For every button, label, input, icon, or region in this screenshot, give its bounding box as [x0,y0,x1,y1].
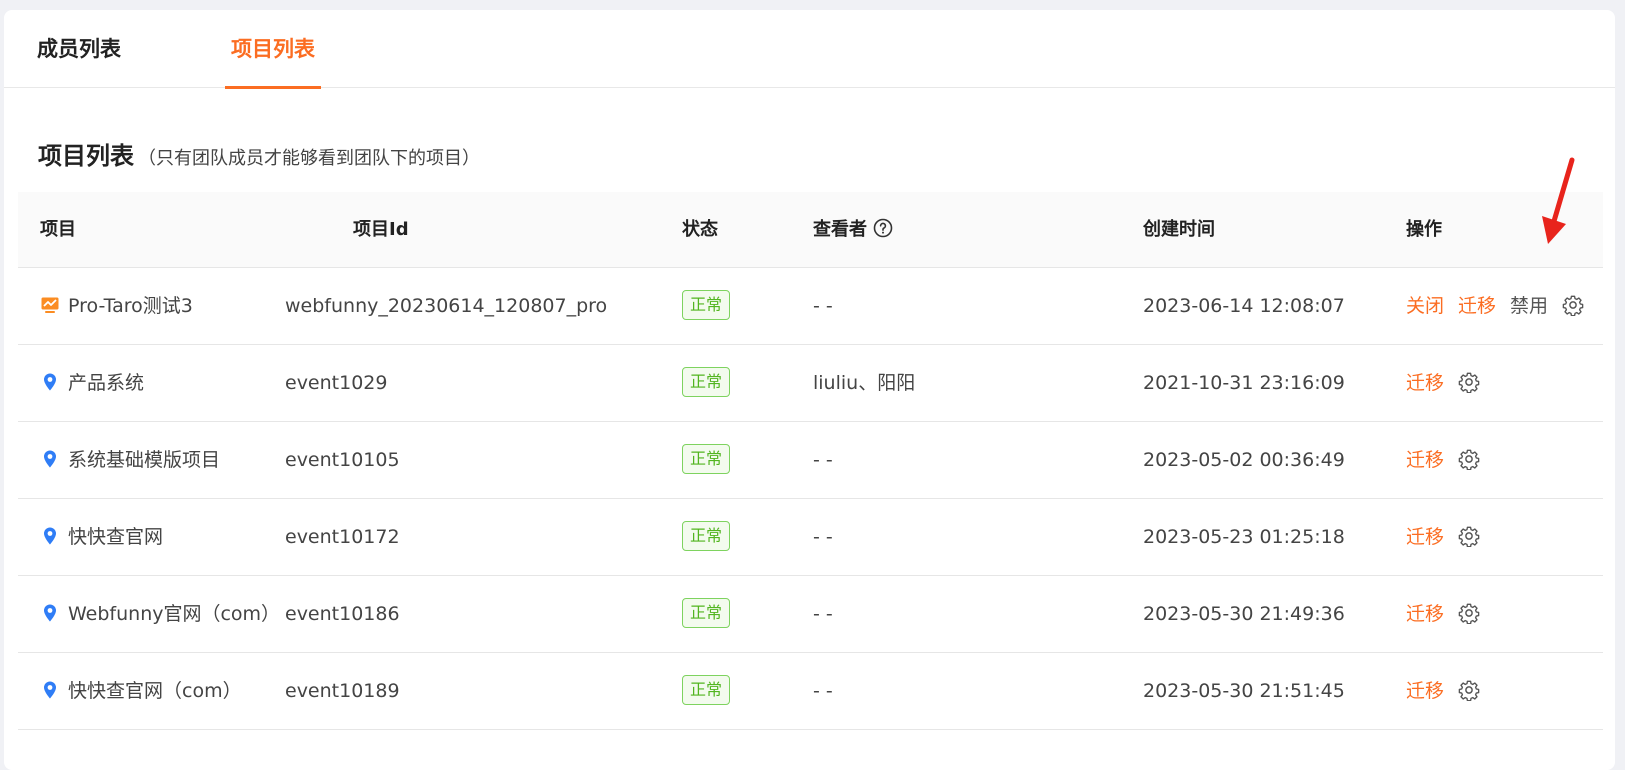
status-badge: 正常 [682,289,731,320]
actions-cell: 迁移 [1406,422,1480,499]
location-pin-icon [44,681,56,698]
project-table: 项目 项目Id 状态 查看者 创建时间 操作 Pro-Taro测试3 webfu… [18,192,1603,730]
status-cell: 正常 [682,499,731,576]
viewer: - - [813,295,833,317]
migrate-button[interactable]: 迁移 [1406,499,1444,576]
project-name-cell[interactable]: Pro-Taro测试3 [40,268,193,345]
project-name: Pro-Taro测试3 [68,295,193,317]
created-time: 2023-05-30 21:49:36 [1143,603,1345,625]
project-id: event10186 [285,603,400,625]
tab-bar: 成员列表 项目列表 [4,10,1615,89]
viewer: - - [813,603,833,625]
project-id: event10189 [285,680,400,702]
created-time: 2023-05-23 01:25:18 [1143,526,1345,548]
location-pin-icon [44,450,56,467]
project-id: event1029 [285,372,388,394]
monitor-chart-icon [41,297,59,313]
table-row: 快快查官网（com） event10189 正常 - - 2023-05-30 … [18,653,1603,730]
project-name-cell[interactable]: 产品系统 [40,345,144,422]
migrate-button[interactable]: 迁移 [1406,653,1444,730]
status-badge: 正常 [682,443,731,474]
settings-gear-icon[interactable] [1458,525,1480,547]
migrate-button[interactable]: 迁移 [1406,422,1444,499]
table-row: 快快查官网 event10172 正常 - - 2023-05-23 01:25… [18,499,1603,576]
header-actions: 操作 [1406,219,1442,240]
project-id: webfunny_20230614_120807_pro [285,295,608,317]
table-row: Pro-Taro测试3 webfunny_20230614_120807_pro… [18,268,1603,345]
table-body: Pro-Taro测试3 webfunny_20230614_120807_pro… [18,268,1603,730]
location-pin-icon [44,527,56,544]
project-list-card: 成员列表 项目列表 项目列表 （只有团队成员才能够看到团队下的项目） 项目 项目I… [4,10,1615,770]
project-name: 产品系统 [68,372,145,394]
settings-gear-icon[interactable] [1458,679,1480,701]
header-viewer-label: 查看者 [813,219,867,240]
actions-cell: 关闭 迁移 禁用 [1406,268,1584,345]
settings-gear-icon[interactable] [1458,602,1480,624]
header-project: 项目 [40,219,76,240]
viewer: - - [813,680,833,702]
migrate-button[interactable]: 迁移 [1458,268,1496,345]
status-badge: 正常 [682,597,731,628]
header-project-id: 项目Id [353,219,409,240]
status-cell: 正常 [682,653,731,730]
status-cell: 正常 [682,576,731,653]
status-cell: 正常 [682,422,731,499]
settings-gear-icon[interactable] [1458,448,1480,470]
table-header: 项目 项目Id 状态 查看者 创建时间 操作 [18,192,1603,268]
status-badge: 正常 [682,366,731,397]
table-row: 产品系统 event1029 正常 liuliu、阳阳 2021-10-31 2… [18,345,1603,422]
project-name: 系统基础模版项目 [68,449,221,471]
created-time: 2021-10-31 23:16:09 [1143,372,1345,394]
migrate-button[interactable]: 迁移 [1406,576,1444,653]
project-id: event10105 [285,449,400,471]
location-pin-icon [44,373,56,390]
actions-cell: 迁移 [1406,576,1480,653]
table-row: 系统基础模版项目 event10105 正常 - - 2023-05-02 00… [18,422,1603,499]
viewer: liuliu、阳阳 [813,372,916,394]
actions-cell: 迁移 [1406,653,1480,730]
section-title: 项目列表 （只有团队成员才能够看到团队下的项目） [38,136,480,171]
close-button[interactable]: 关闭 [1406,268,1444,345]
project-name-cell[interactable]: 快快查官网（com） [40,653,242,730]
header-status: 状态 [682,219,718,240]
header-viewer: 查看者 [813,192,893,268]
red-arrow-annotation [1542,157,1575,244]
project-name: Webfunny官网（com） [68,603,281,625]
project-name: 快快查官网 [68,526,164,548]
settings-gear-icon[interactable] [1562,294,1584,316]
status-cell: 正常 [682,268,731,345]
actions-cell: 迁移 [1406,345,1480,422]
migrate-button[interactable]: 迁移 [1406,345,1444,422]
location-pin-icon [44,604,56,621]
created-time: 2023-05-30 21:51:45 [1143,680,1345,702]
header-created-time: 创建时间 [1143,219,1215,240]
actions-cell: 迁移 [1406,499,1480,576]
created-time: 2023-06-14 12:08:07 [1143,295,1345,317]
created-time: 2023-05-02 00:36:49 [1143,449,1345,471]
status-badge: 正常 [682,520,731,551]
project-name-cell[interactable]: 快快查官网 [40,499,163,576]
section-note: （只有团队成员才能够看到团队下的项目） [138,148,480,169]
help-icon[interactable] [873,218,893,238]
tab-members[interactable]: 成员列表 [37,10,121,88]
tab-projects[interactable]: 项目列表 [225,10,321,89]
disable-button[interactable]: 禁用 [1510,268,1548,345]
section-title-text: 项目列表 [38,142,134,170]
project-id: event10172 [285,526,400,548]
project-name-cell[interactable]: 系统基础模版项目 [40,422,220,499]
settings-gear-icon[interactable] [1458,371,1480,393]
project-name: 快快查官网（com） [68,680,242,702]
viewer: - - [813,526,833,548]
table-row: Webfunny官网（com） event10186 正常 - - 2023-0… [18,576,1603,653]
project-name-cell[interactable]: Webfunny官网（com） [40,576,280,653]
status-cell: 正常 [682,345,731,422]
viewer: - - [813,449,833,471]
status-badge: 正常 [682,674,731,705]
